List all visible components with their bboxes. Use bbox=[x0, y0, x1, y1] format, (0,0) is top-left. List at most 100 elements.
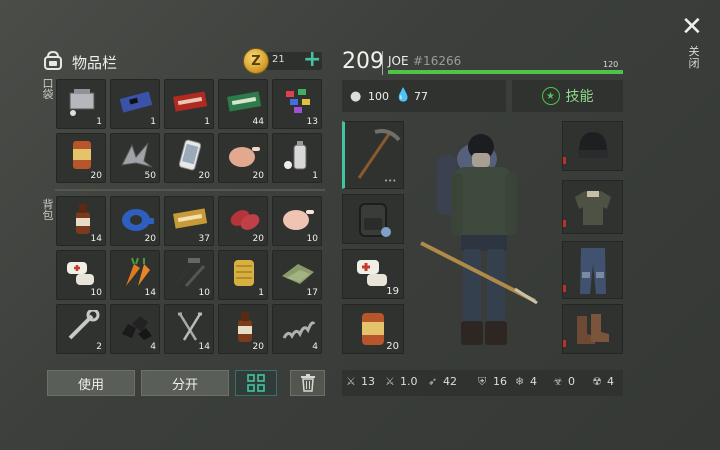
inventory-slot[interactable]: 4 bbox=[272, 304, 322, 354]
carrot-icon bbox=[126, 257, 150, 286]
sort-button[interactable] bbox=[235, 370, 277, 396]
inventory-slot[interactable]: 20 bbox=[110, 196, 160, 246]
inventory-slot[interactable]: 17 bbox=[272, 250, 322, 300]
trash-button[interactable] bbox=[290, 370, 325, 396]
character-model bbox=[420, 134, 538, 345]
item-count: 50 bbox=[144, 171, 156, 181]
inventory-slot[interactable]: 44 bbox=[218, 79, 268, 129]
item-count: 20 bbox=[198, 171, 210, 181]
item-count: 14 bbox=[90, 234, 102, 244]
inventory-slot[interactable]: 1 bbox=[272, 133, 322, 183]
backpack-icon bbox=[359, 203, 391, 237]
metal-scrap-icon bbox=[121, 142, 153, 168]
item-count: 1 bbox=[204, 117, 210, 127]
body-slot[interactable] bbox=[562, 180, 623, 234]
inventory-slot[interactable]: 50 bbox=[110, 133, 160, 183]
raw-chicken-icon bbox=[283, 210, 314, 230]
candy-icon bbox=[286, 89, 310, 113]
backpack-slot[interactable] bbox=[342, 194, 404, 244]
inventory-slot[interactable]: 4 bbox=[110, 304, 160, 354]
spring-icon bbox=[282, 321, 316, 339]
boots-icon bbox=[577, 314, 609, 344]
inventory-slot[interactable]: 10 bbox=[164, 250, 214, 300]
use-button[interactable]: 使用 bbox=[47, 370, 135, 396]
inventory-slot[interactable]: 1 bbox=[56, 79, 106, 129]
item-count: 20 bbox=[386, 341, 399, 352]
item-count: 4 bbox=[150, 342, 156, 352]
quick-slot-1[interactable]: 19 bbox=[342, 249, 404, 299]
item-count: 10 bbox=[306, 234, 318, 244]
item-count: 1 bbox=[312, 171, 318, 181]
durability-marker bbox=[563, 157, 566, 164]
level-separator bbox=[382, 51, 383, 75]
coal-icon bbox=[122, 316, 152, 340]
close-button[interactable]: ✕ bbox=[681, 12, 703, 42]
page-dots: ••• bbox=[384, 177, 397, 185]
star-icon: ★ bbox=[541, 87, 560, 105]
inventory-slot[interactable]: 13 bbox=[272, 79, 322, 129]
close-label: 关闭 bbox=[688, 45, 700, 70]
spray-can-icon bbox=[284, 141, 307, 170]
inventory-slot[interactable]: 14 bbox=[110, 250, 160, 300]
canned-food-icon bbox=[73, 141, 91, 169]
inventory-slot[interactable]: 10 bbox=[56, 250, 106, 300]
raw-meat-icon bbox=[230, 210, 260, 230]
inventory-slot[interactable]: 20 bbox=[218, 304, 268, 354]
food-icon: ● bbox=[350, 89, 362, 104]
poison-resist-icon: ☣ bbox=[553, 375, 563, 388]
item-count: 20 bbox=[252, 171, 264, 181]
stat-value: 42 bbox=[443, 375, 457, 388]
filter-icon bbox=[234, 260, 254, 286]
engine-part-icon bbox=[69, 89, 95, 116]
split-button[interactable]: 分开 bbox=[141, 370, 229, 396]
stat-value: 0 bbox=[568, 375, 575, 388]
smartphone-icon bbox=[178, 139, 202, 171]
inventory-slot[interactable]: 20 bbox=[164, 133, 214, 183]
quick-slot-2[interactable]: 20 bbox=[342, 304, 404, 354]
stat-value: 16 bbox=[493, 375, 507, 388]
durability-marker bbox=[563, 220, 566, 227]
legs-slot[interactable] bbox=[562, 241, 623, 299]
player-name: JOE bbox=[388, 54, 409, 68]
head-slot[interactable] bbox=[562, 121, 623, 171]
water-icon: 💧 bbox=[395, 88, 412, 103]
item-count: 1 bbox=[96, 117, 102, 127]
feet-slot[interactable] bbox=[562, 304, 623, 354]
item-count: 13 bbox=[306, 117, 318, 127]
inventory-slot[interactable]: 20 bbox=[218, 196, 268, 246]
inventory-slot[interactable]: 1 bbox=[164, 79, 214, 129]
inventory-slot[interactable]: 2 bbox=[56, 304, 106, 354]
grid-icon bbox=[247, 374, 265, 392]
inventory-slot[interactable]: 20 bbox=[218, 133, 268, 183]
stat-value: 4 bbox=[607, 375, 614, 388]
tools-icon bbox=[174, 258, 206, 288]
durability-marker bbox=[563, 340, 566, 347]
inventory-slot[interactable]: 10 bbox=[272, 196, 322, 246]
wrench-icon bbox=[68, 310, 100, 340]
inventory-slot[interactable]: 37 bbox=[164, 196, 214, 246]
item-count: 20 bbox=[90, 171, 102, 181]
pants-icon bbox=[580, 248, 606, 294]
add-coins-button[interactable]: + bbox=[303, 47, 321, 72]
xp-bar-fill bbox=[388, 70, 623, 74]
stat-value: 1.0 bbox=[400, 375, 418, 388]
jacket-icon bbox=[575, 191, 611, 225]
inventory-slot[interactable]: 14 bbox=[164, 304, 214, 354]
item-count: 20 bbox=[252, 234, 264, 244]
backpack-icon bbox=[44, 50, 62, 70]
beanie-icon bbox=[578, 132, 608, 158]
speed-attack-icon: ⚔ bbox=[385, 375, 395, 388]
inventory-slot[interactable]: 14 bbox=[56, 196, 106, 246]
armor-icon: ⛨ bbox=[478, 375, 487, 388]
item-count: 2 bbox=[96, 342, 102, 352]
skills-button[interactable]: ★ 技能 bbox=[512, 80, 623, 112]
inventory-divider bbox=[55, 189, 325, 191]
backpack-label: 背包 bbox=[42, 198, 54, 222]
circuit-board-icon bbox=[119, 91, 153, 113]
stat-value: 4 bbox=[530, 375, 537, 388]
inventory-slot[interactable]: 1 bbox=[218, 250, 268, 300]
inventory-slot[interactable]: 1 bbox=[110, 79, 160, 129]
weapon-slot[interactable]: ••• bbox=[342, 121, 404, 189]
coin-count: 21 bbox=[272, 54, 285, 65]
inventory-slot[interactable]: 20 bbox=[56, 133, 106, 183]
